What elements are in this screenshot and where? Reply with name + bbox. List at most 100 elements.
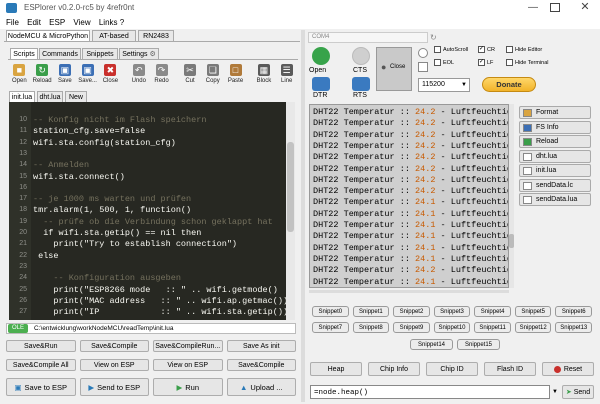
- snippet-button[interactable]: Snippet1: [352, 306, 390, 317]
- upload-button[interactable]: ▲ Upload ...: [226, 378, 296, 396]
- port-select[interactable]: COM4: [308, 32, 428, 43]
- send-button[interactable]: ➤ Send: [562, 385, 594, 399]
- view-on-esp-button[interactable]: View on ESP: [79, 359, 149, 371]
- reload-files-button[interactable]: Reload: [519, 135, 591, 148]
- reload-button[interactable]: ↻ Reload: [31, 61, 54, 91]
- chip-id-button[interactable]: Chip ID: [426, 362, 478, 376]
- line-button[interactable]: ☰ Line: [275, 61, 298, 91]
- snippet-button[interactable]: Snippet9: [393, 322, 430, 333]
- file-tab-new[interactable]: New: [65, 91, 87, 102]
- menu-edit[interactable]: Edit: [27, 16, 41, 29]
- editor-scrollbar[interactable]: [286, 102, 295, 320]
- baud-select[interactable]: 115200 ▼: [418, 78, 470, 92]
- tab-rn2483[interactable]: RN2483: [138, 30, 174, 41]
- file-dht-button[interactable]: dht.lua: [519, 149, 591, 163]
- close-file-button[interactable]: ✖ Close: [99, 61, 122, 91]
- tab-nodemcu[interactable]: NodeMCU & MicroPython: [6, 30, 90, 41]
- menu-view[interactable]: View: [73, 16, 90, 29]
- fs-info-button[interactable]: FS Info: [519, 120, 591, 134]
- view-on-esp-button-2[interactable]: View on ESP: [153, 359, 223, 371]
- panel-splitter[interactable]: [301, 30, 305, 402]
- rts-icon[interactable]: [352, 77, 370, 91]
- cut-button[interactable]: ✂ Cut: [179, 61, 202, 91]
- open-button[interactable]: ■ Open: [8, 61, 31, 91]
- terminal-hscrollbar[interactable]: [309, 290, 509, 293]
- snippet-button[interactable]: Snippet4: [474, 306, 511, 317]
- send-label: Send: [573, 388, 591, 396]
- run-button[interactable]: ▶ Run: [153, 378, 223, 396]
- terminal-scrollbar[interactable]: [509, 104, 514, 288]
- hide-terminal-checkbox[interactable]: Hide Terminal: [506, 59, 549, 66]
- snippet-button[interactable]: Snippet3: [433, 306, 471, 317]
- autoscroll-checkbox[interactable]: AutoScroll: [434, 46, 468, 53]
- hide-editor-checkbox[interactable]: Hide Editor: [506, 46, 542, 53]
- close-connection-button[interactable]: ● Close: [376, 47, 412, 91]
- rts-label[interactable]: RTS: [353, 92, 367, 99]
- eol-checkbox[interactable]: EOL: [434, 59, 454, 66]
- command-input[interactable]: =node.heap(): [310, 385, 550, 399]
- terminal-scrollbar-thumb[interactable]: [509, 234, 514, 248]
- snippet-button[interactable]: Snippet5: [514, 306, 552, 317]
- open-label[interactable]: Open: [309, 67, 326, 74]
- paste-button[interactable]: □ Paste: [224, 61, 247, 91]
- file-init-button[interactable]: init.lua: [519, 164, 591, 177]
- snippet-button[interactable]: Snippet13: [555, 322, 593, 333]
- lf-checkbox[interactable]: ✓ LF: [478, 59, 493, 66]
- tab-scripts[interactable]: Scripts: [10, 48, 38, 59]
- chip-info-button[interactable]: Chip Info: [368, 362, 420, 376]
- copy-button[interactable]: ❏ Copy: [201, 61, 224, 91]
- donate-button[interactable]: Donate: [482, 77, 536, 92]
- menu-file[interactable]: File: [6, 16, 19, 29]
- dtr-icon[interactable]: [312, 77, 330, 91]
- save-to-esp-button[interactable]: ▣ Save to ESP: [6, 378, 76, 396]
- snippet-button[interactable]: Snippet12: [514, 322, 552, 333]
- file-senddata-lua-button[interactable]: sendData.lua: [519, 193, 591, 206]
- heap-button[interactable]: Heap: [310, 362, 362, 376]
- save-button[interactable]: ▣ Save: [54, 61, 77, 91]
- snippet-button[interactable]: Snippet6: [555, 306, 593, 317]
- refresh-ports-icon[interactable]: ↻: [430, 33, 437, 42]
- snippet-button[interactable]: Snippet11: [474, 322, 511, 333]
- save-run-button[interactable]: Save&Run: [6, 340, 76, 352]
- command-dropdown-icon[interactable]: ▼: [552, 385, 560, 399]
- save-compile-button[interactable]: Save&Compile: [79, 340, 149, 352]
- tab-snippets[interactable]: Snippets: [82, 48, 118, 59]
- snippet-button[interactable]: Snippet2: [393, 306, 430, 317]
- save-compile-run-button[interactable]: Save&CompileRun...: [153, 340, 223, 352]
- maximize-icon[interactable]: [550, 3, 560, 12]
- tab-commands[interactable]: Commands: [39, 48, 81, 59]
- menu-links[interactable]: Links ?: [99, 16, 124, 29]
- block-button[interactable]: ▦ Block: [253, 61, 276, 91]
- code-text: -- prüfe ob die Verbindung schon geklapp…: [33, 216, 273, 227]
- flash-id-button[interactable]: Flash ID: [484, 362, 536, 376]
- scrollbar-thumb[interactable]: [287, 142, 294, 232]
- snippet-button[interactable]: Snippet10: [433, 322, 471, 333]
- terminal-output[interactable]: DHT22 Temperatur :: 24.2 - Luftfeuchtig D…: [309, 104, 509, 288]
- snippet-button[interactable]: Snippet8: [352, 322, 390, 333]
- file-tab-init[interactable]: init.lua: [9, 91, 35, 102]
- dtr-label[interactable]: DTR: [313, 92, 327, 99]
- save-compile-button-2[interactable]: Save&Compile: [226, 359, 296, 371]
- minimize-icon[interactable]: —: [524, 2, 542, 14]
- snippet-button[interactable]: Snippet14: [410, 339, 453, 350]
- undo-button[interactable]: ↶ Undo: [127, 61, 150, 91]
- redo-button[interactable]: ↷ Redo: [150, 61, 173, 91]
- save-as-init-button[interactable]: Save As init: [226, 340, 296, 352]
- file-senddata-lc-button[interactable]: sendData.lc: [519, 178, 591, 192]
- code-editor[interactable]: 10 -- Konfig nicht im Flash speichern 11 st…: [9, 102, 295, 320]
- format-button[interactable]: Format: [519, 106, 591, 119]
- tab-at-based[interactable]: AT-based: [92, 30, 136, 41]
- close-window-icon[interactable]: ✕: [576, 0, 594, 14]
- snippet-button[interactable]: Snippet15: [457, 339, 500, 350]
- snippet-button[interactable]: Snippet7: [312, 322, 349, 333]
- reset-button[interactable]: Reset: [542, 362, 594, 376]
- snippet-button[interactable]: Snippet0: [312, 306, 349, 317]
- tab-settings[interactable]: Settings ⚙: [119, 48, 159, 59]
- save-as-button[interactable]: ▣ Save...: [76, 61, 99, 91]
- open-led-icon[interactable]: [312, 47, 330, 65]
- save-compile-all-button[interactable]: Save&Compile All: [6, 359, 76, 371]
- send-to-esp-button[interactable]: ▶ Send to ESP: [79, 378, 149, 396]
- menu-esp[interactable]: ESP: [49, 16, 65, 29]
- file-tab-dht[interactable]: dht.lua: [37, 91, 63, 102]
- cr-checkbox[interactable]: ✓ CR: [478, 46, 495, 53]
